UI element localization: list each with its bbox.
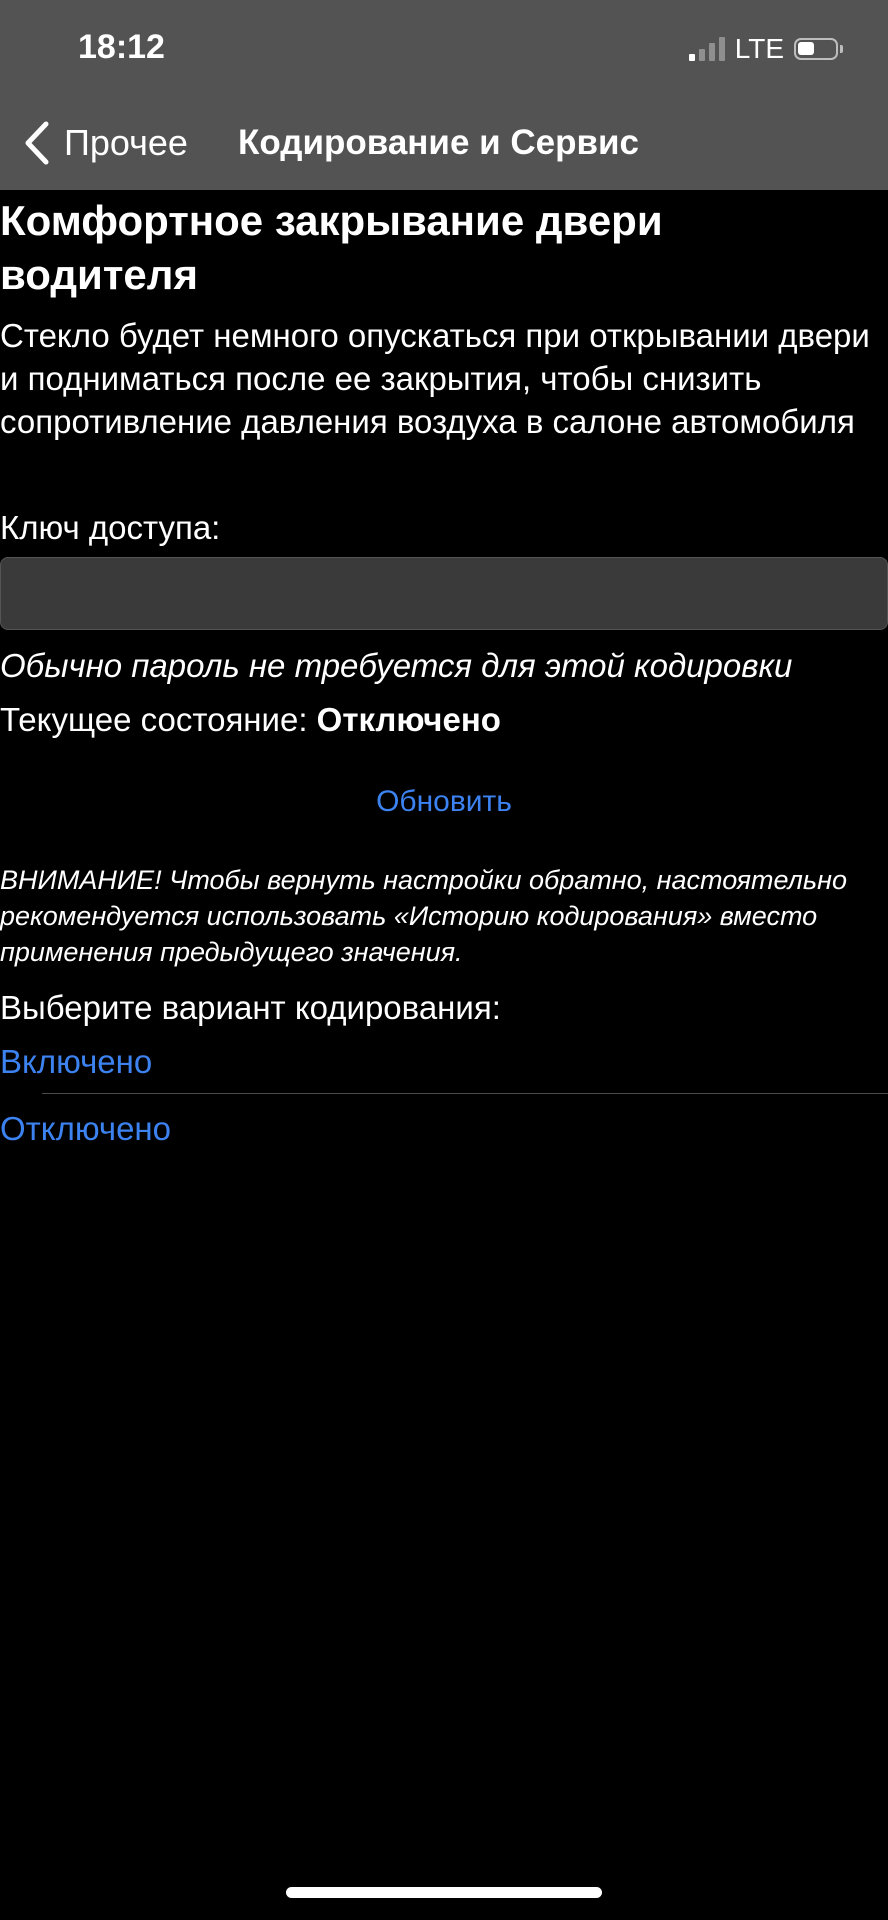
option-enabled[interactable]: Включено [0,1040,152,1083]
home-indicator [286,1887,602,1898]
option-disabled[interactable]: Отключено [0,1107,171,1150]
current-state-value: Отключено [316,701,501,738]
back-button[interactable]: Прочее [24,108,188,178]
battery-level-fill [798,42,814,55]
coding-title: Комфортное закрывание двери водителя [0,197,663,298]
signal-bar [698,49,705,61]
signal-bar [718,37,725,61]
top-bar: 18:12 LTE Прочее Кодирование и Сервис [0,0,888,190]
warning-text: ВНИМАНИЕ! Чтобы вернуть настройки обратн… [0,865,847,967]
status-time: 18:12 [78,28,165,66]
choose-variant-label: Выберите вариант кодирования: [0,989,501,1026]
coding-description: Стекло будет немного опускаться при откр… [0,317,870,440]
current-state-label: Текущее состояние: [0,701,317,738]
network-type: LTE [734,33,784,64]
status-indicators: LTE [688,33,843,64]
page-title: Кодирование и Сервис [238,123,639,162]
navigation-bar: Прочее Кодирование и Сервис [0,108,888,178]
chevron-left-icon [24,121,50,165]
signal-icon [688,37,725,61]
access-key-label: Ключ доступа: [0,509,221,546]
signal-bar [688,54,695,61]
access-key-input[interactable] [0,557,888,630]
refresh-button[interactable]: Обновить [0,782,888,822]
signal-bar [708,43,715,61]
back-button-label: Прочее [64,122,188,163]
option-divider [42,1093,888,1094]
current-state: Текущее состояние: Отключено [0,698,501,741]
access-key-hint: Обычно пароль не требуется для этой коди… [0,647,793,684]
battery-icon [794,38,843,60]
